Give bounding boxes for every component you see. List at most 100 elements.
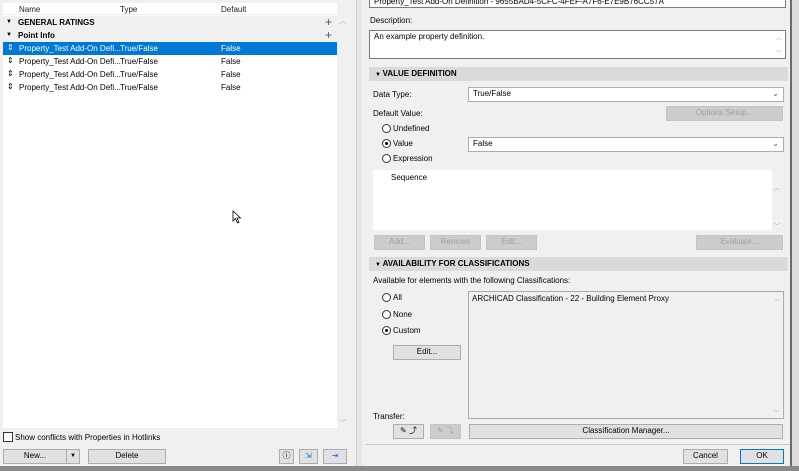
drag-handle-icon[interactable]: ⇕ (7, 56, 14, 65)
undefined-radio[interactable]: Undefined (382, 124, 429, 134)
radio-label: All (393, 293, 402, 302)
scroll-down-icon[interactable]: ﹀ (774, 408, 780, 417)
column-default[interactable]: Default (221, 5, 246, 14)
mouse-cursor-icon (232, 210, 242, 224)
row-name: Property_Test Add-On Defi... (19, 44, 121, 53)
new-dropdown-button[interactable]: ▼ (66, 449, 80, 464)
export-button[interactable]: ⇥ (323, 449, 347, 464)
row-name: Property_Test Add-On Defi... (19, 83, 121, 92)
default-value-label: Default Value: (373, 109, 423, 118)
radio-label: Expression (393, 154, 433, 163)
row-default: False (221, 70, 241, 79)
radio-icon (382, 154, 391, 164)
section-title: VALUE DEFINITION (382, 69, 457, 78)
data-type-select[interactable]: True/False ⌄ (468, 87, 784, 102)
scroll-up-icon[interactable]: ︿ (774, 294, 780, 303)
group-point-info[interactable]: ▼ Point Info + (3, 28, 337, 42)
delete-button[interactable]: Delete (88, 449, 166, 464)
edit-expression-button[interactable]: Edit... (486, 235, 537, 250)
description-field[interactable]: An example property definition. ︿ ﹀ (369, 30, 786, 59)
options-setup-button[interactable]: Options Setup... (666, 106, 783, 121)
drag-handle-icon[interactable]: ⇕ (7, 43, 14, 52)
description-text: An example property definition. (374, 32, 485, 41)
default-value-select[interactable]: False ⌄ (468, 137, 784, 152)
radio-selected-icon (382, 326, 391, 336)
scroll-up-icon[interactable]: ︿ (776, 33, 782, 42)
availability-header[interactable]: ▼ AVAILABILITY FOR CLASSIFICATIONS (369, 257, 788, 271)
column-name[interactable]: Name (19, 5, 40, 14)
classification-list[interactable]: ARCHICAD Classification - 22 - Building … (468, 291, 784, 419)
ok-button[interactable]: OK (740, 449, 784, 464)
edit-classifications-button[interactable]: Edit... (393, 345, 461, 360)
group-general-ratings[interactable]: ▼ GENERAL RATINGS + (3, 15, 337, 29)
data-type-label: Data Type: (373, 90, 412, 99)
add-button[interactable]: Add... (374, 235, 425, 250)
property-list[interactable]: Name Type Default ▼ GENERAL RATINGS + ▼ … (3, 3, 337, 428)
collapse-icon[interactable]: ▼ (6, 19, 12, 25)
availability-label: Available for elements with the followin… (373, 276, 571, 285)
scroll-down-icon[interactable]: ﹀ (339, 418, 346, 428)
table-row[interactable]: ⇕ Property_Test Add-On Defi... True/Fals… (3, 68, 337, 81)
remove-button[interactable]: Remove (430, 235, 481, 250)
table-row[interactable]: ⇕ Property_Test Add-On Defi... True/Fals… (3, 42, 337, 55)
show-conflicts-label: Show conflicts with Properties in Hotlin… (15, 433, 161, 442)
add-icon[interactable]: + (325, 28, 332, 42)
expression-radio[interactable]: Expression (382, 154, 433, 164)
column-type[interactable]: Type (120, 5, 137, 14)
property-name-field[interactable]: Property_Test Add-On Definition - 9655BA… (369, 0, 786, 8)
row-default: False (221, 44, 241, 53)
chevron-down-icon: ⌄ (772, 139, 779, 148)
import-button[interactable]: ⇲ (299, 449, 318, 464)
collapse-icon[interactable]: ▼ (6, 32, 12, 38)
section-title: AVAILABILITY FOR CLASSIFICATIONS (382, 259, 530, 268)
add-icon[interactable]: + (325, 15, 332, 29)
custom-radio[interactable]: Custom (382, 326, 421, 336)
group-label: Point Info (18, 31, 55, 40)
import-icon: ⇲ (305, 451, 312, 460)
classification-item[interactable]: ARCHICAD Classification - 22 - Building … (472, 294, 780, 303)
syringe-icon: ✎ ⤵ (437, 426, 454, 435)
sequence-column-header[interactable]: Sequence (391, 173, 427, 182)
collapse-icon: ▼ (375, 262, 383, 268)
radio-icon (382, 293, 391, 303)
all-radio[interactable]: All (382, 293, 402, 303)
eyedropper-icon: ✎ ⤴ (400, 426, 417, 435)
list-header: Name Type Default (3, 3, 337, 15)
drag-handle-icon[interactable]: ⇕ (7, 69, 14, 78)
transfer-inject-button[interactable]: ✎ ⤵ (430, 424, 461, 439)
new-button[interactable]: New... (3, 449, 67, 464)
value-radio[interactable]: Value (382, 139, 413, 149)
row-type: True/False (120, 44, 158, 53)
classification-manager-button[interactable]: Classification Manager... (469, 424, 783, 439)
row-default: False (221, 83, 241, 92)
radio-label: Custom (393, 326, 421, 335)
table-row[interactable]: ⇕ Property_Test Add-On Defi... True/Fals… (3, 55, 337, 68)
none-radio[interactable]: None (382, 310, 412, 320)
list-scrollbar[interactable]: ︿ ﹀ (337, 16, 347, 428)
selected-value: True/False (473, 89, 511, 98)
expression-scrollbar[interactable]: ︿ ﹀ (772, 183, 784, 230)
export-icon: ⇥ (331, 451, 339, 460)
value-definition-header[interactable]: ▼ VALUE DEFINITION (369, 67, 788, 81)
selected-value: False (473, 139, 493, 148)
row-type: True/False (120, 83, 158, 92)
scroll-up-icon[interactable]: ︿ (339, 16, 346, 26)
expression-list[interactable]: Sequence (373, 170, 772, 230)
drag-handle-icon[interactable]: ⇕ (7, 82, 14, 91)
row-default: False (221, 57, 241, 66)
footer-divider (366, 444, 790, 445)
scroll-up-icon[interactable]: ︿ (774, 183, 780, 192)
show-conflicts-checkbox[interactable] (3, 432, 13, 442)
radio-icon (382, 124, 391, 134)
info-button[interactable]: ⓘ (279, 449, 294, 464)
cancel-button[interactable]: Cancel (683, 449, 728, 464)
scroll-down-icon[interactable]: ﹀ (774, 221, 780, 230)
background-strip (0, 466, 799, 471)
panel-splitter[interactable] (356, 0, 362, 466)
evaluate-button[interactable]: Evaluate... (696, 235, 783, 250)
radio-label: Value (393, 139, 413, 148)
row-type: True/False (120, 70, 158, 79)
table-row[interactable]: ⇕ Property_Test Add-On Defi... True/Fals… (3, 81, 337, 94)
scroll-down-icon[interactable]: ﹀ (776, 48, 782, 57)
transfer-pick-button[interactable]: ✎ ⤴ (393, 424, 424, 439)
